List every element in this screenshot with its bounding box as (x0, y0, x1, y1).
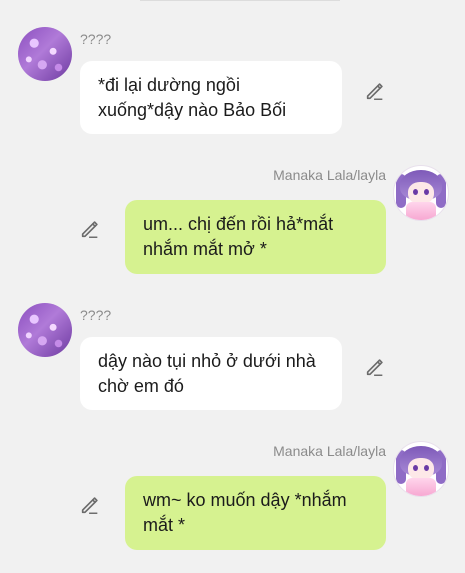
message-bubble[interactable]: um... chị đến rồi hả*mắt nhắm mắt mở * (125, 200, 386, 274)
message-text: *đi lại dường ngồi xuống*dậy nào Bảo Bối (98, 75, 287, 120)
message-text: um... chị đến rồi hả*mắt nhắm mắt mở * (143, 214, 334, 259)
avatar-anime-girl[interactable] (393, 441, 449, 497)
message-bubble[interactable]: wm~ ko muốn dậy *nhắm mắt * (125, 476, 386, 550)
message-text: wm~ ko muốn dậy *nhắm mắt * (143, 490, 347, 535)
pencil-edit-icon[interactable] (364, 356, 386, 378)
pencil-edit-icon[interactable] (364, 80, 386, 102)
sender-name: Manaka Lala/layla (273, 443, 386, 459)
sender-name: ???? (80, 307, 112, 323)
message-bubble[interactable]: *đi lại dường ngồi xuống*dậy nào Bảo Bối (80, 61, 342, 134)
message-bubble[interactable]: dậy nào tụi nhỏ ở dưới nhà chờ em đó (80, 337, 342, 410)
avatar-anime-girl[interactable] (393, 165, 449, 221)
avatar-sakura[interactable] (18, 303, 72, 357)
sender-name: Manaka Lala/layla (273, 167, 386, 183)
pencil-edit-icon[interactable] (79, 218, 101, 240)
message-text: dậy nào tụi nhỏ ở dưới nhà chờ em đó (98, 351, 316, 396)
avatar-sakura[interactable] (18, 27, 72, 81)
sender-name: ???? (80, 31, 112, 47)
pencil-edit-icon[interactable] (79, 494, 101, 516)
top-divider (140, 0, 340, 1)
